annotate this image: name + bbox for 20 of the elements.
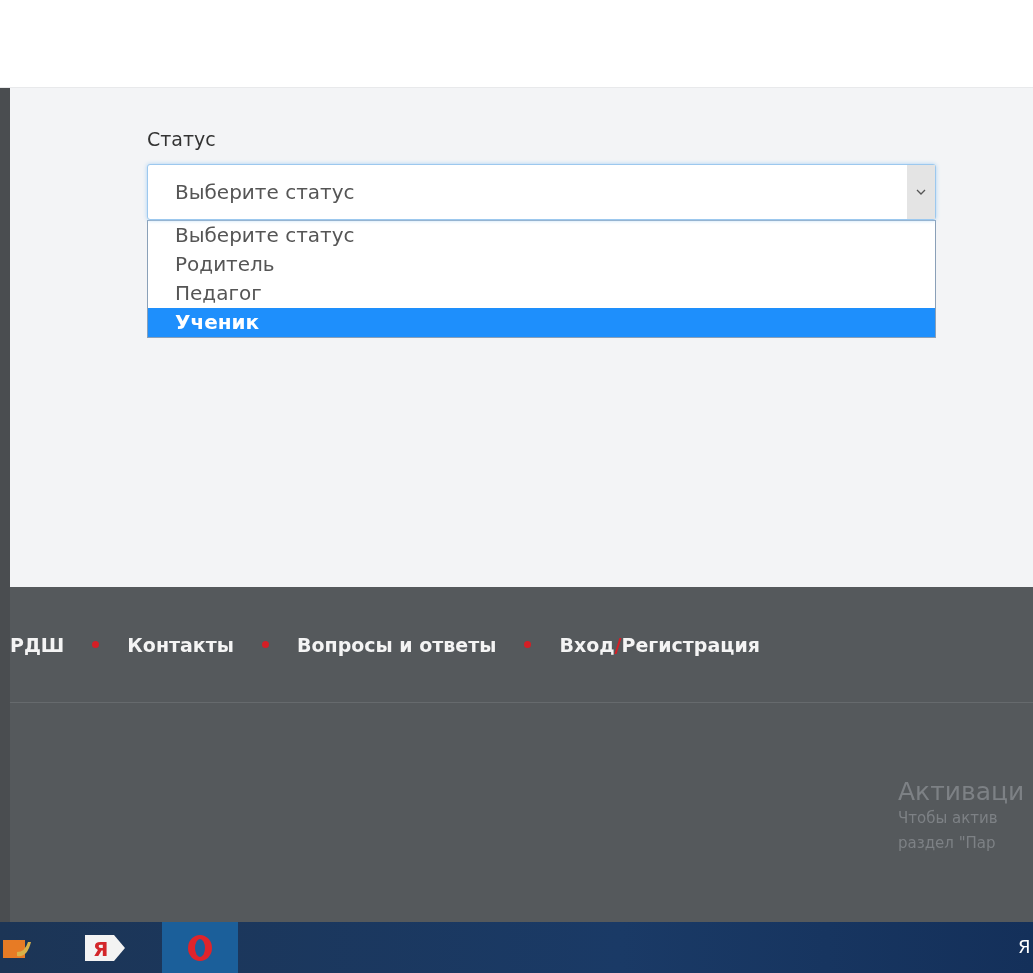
bullet-icon	[92, 641, 100, 648]
taskbar-button[interactable]: Я	[70, 922, 140, 973]
dropdown-option[interactable]: Педагог	[148, 279, 935, 308]
dropdown-option[interactable]: Родитель	[148, 250, 935, 279]
footer-link[interactable]: РДШ	[10, 633, 65, 656]
login-link[interactable]: Вход	[559, 633, 615, 656]
link-separator: /	[614, 633, 622, 656]
bullet-icon	[524, 641, 532, 648]
chevron-icon	[916, 189, 926, 195]
dropdown-option[interactable]: Ученик	[148, 308, 935, 337]
yandex-icon: Я	[84, 933, 126, 963]
bullet-icon	[261, 641, 269, 648]
tray-icon[interactable]: Я	[1018, 936, 1031, 957]
status-select[interactable]: Выберите статус	[147, 164, 936, 220]
field-label: Статус	[147, 128, 216, 150]
footer-link[interactable]: Контакты	[127, 633, 234, 656]
opera-icon	[187, 934, 213, 962]
footer-link[interactable]: Вопросы и ответы	[296, 633, 497, 656]
register-link[interactable]: Регистрация	[621, 633, 760, 656]
dropdown-option[interactable]: Выберите статус	[148, 221, 935, 250]
